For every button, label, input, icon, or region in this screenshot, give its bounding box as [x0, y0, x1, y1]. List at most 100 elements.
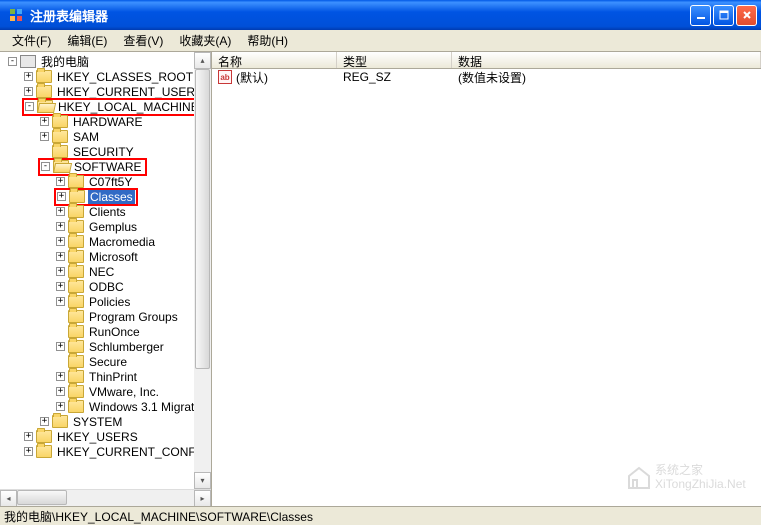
expand-icon[interactable]: +	[56, 387, 65, 396]
column-name[interactable]: 名称	[212, 52, 337, 68]
folder-icon	[52, 145, 68, 158]
tree-node-hku[interactable]: +HKEY_USERS	[0, 429, 211, 444]
vertical-scrollbar[interactable]: ▴ ▾	[194, 52, 211, 489]
menu-help[interactable]: 帮助(H)	[239, 30, 296, 51]
maximize-button[interactable]	[713, 5, 734, 26]
value-name: (默认)	[236, 69, 268, 86]
folder-icon	[68, 235, 84, 248]
folder-icon	[68, 265, 84, 278]
tree-node-nec[interactable]: +NEC	[0, 264, 211, 279]
folder-icon	[68, 340, 84, 353]
expand-icon[interactable]: +	[56, 237, 65, 246]
horizontal-scrollbar[interactable]: ◂ ▸	[0, 489, 211, 506]
folder-icon	[68, 220, 84, 233]
tree-node-macromedia[interactable]: +Macromedia	[0, 234, 211, 249]
scroll-left-arrow-icon[interactable]: ◂	[0, 490, 17, 506]
scroll-thumb[interactable]	[17, 490, 67, 505]
scroll-down-arrow-icon[interactable]: ▾	[194, 472, 211, 489]
tree-node-odbc[interactable]: +ODBC	[0, 279, 211, 294]
tree-node-policies[interactable]: +Policies	[0, 294, 211, 309]
tree-panel: -我的电脑 +HKEY_CLASSES_ROOT +HKEY_CURRENT_U…	[0, 52, 212, 506]
menu-favorites[interactable]: 收藏夹(A)	[171, 30, 239, 51]
folder-icon	[69, 190, 85, 203]
folder-icon	[68, 295, 84, 308]
status-path: 我的电脑\HKEY_LOCAL_MACHINE\SOFTWARE\Classes	[4, 508, 313, 525]
folder-icon	[68, 370, 84, 383]
folder-icon	[52, 415, 68, 428]
column-type[interactable]: 类型	[337, 52, 452, 68]
tree-node-secure[interactable]: Secure	[0, 354, 211, 369]
expand-icon[interactable]: +	[56, 372, 65, 381]
app-icon	[8, 7, 24, 23]
window-title: 注册表编辑器	[28, 6, 690, 25]
expand-icon[interactable]: +	[56, 402, 65, 411]
expand-icon[interactable]: +	[56, 222, 65, 231]
tree-node-win31[interactable]: +Windows 3.1 Migrati	[0, 399, 211, 414]
tree-node-clients[interactable]: +Clients	[0, 204, 211, 219]
folder-icon	[52, 130, 68, 143]
expand-icon[interactable]: +	[56, 177, 65, 186]
tree-node-root[interactable]: -我的电脑	[0, 54, 211, 69]
tree-node-runonce[interactable]: RunOnce	[0, 324, 211, 339]
close-button[interactable]	[736, 5, 757, 26]
svg-text:XiTongZhiJia.Net: XiTongZhiJia.Net	[655, 477, 746, 491]
tree-node-microsoft[interactable]: +Microsoft	[0, 249, 211, 264]
tree-view[interactable]: -我的电脑 +HKEY_CLASSES_ROOT +HKEY_CURRENT_U…	[0, 52, 211, 489]
column-data[interactable]: 数据	[452, 52, 761, 68]
expand-icon[interactable]: +	[24, 72, 33, 81]
expand-icon[interactable]: +	[56, 252, 65, 261]
list-body[interactable]: ab(默认) REG_SZ (数值未设置)	[212, 69, 761, 506]
menu-file[interactable]: 文件(F)	[4, 30, 59, 51]
expand-icon[interactable]: +	[40, 132, 49, 141]
tree-node-classes[interactable]: +Classes	[0, 189, 211, 204]
collapse-icon[interactable]: -	[41, 162, 50, 171]
expand-icon[interactable]: +	[56, 267, 65, 276]
folder-icon	[68, 400, 84, 413]
scroll-up-arrow-icon[interactable]: ▴	[194, 52, 211, 69]
expand-icon[interactable]: +	[56, 207, 65, 216]
tree-node-vmware[interactable]: +VMware, Inc.	[0, 384, 211, 399]
scroll-right-arrow-icon[interactable]: ▸	[194, 490, 211, 506]
expand-icon[interactable]: +	[24, 87, 33, 96]
svg-text:系统之家: 系统之家	[655, 462, 703, 477]
expand-icon[interactable]: +	[56, 297, 65, 306]
folder-icon	[68, 325, 84, 338]
computer-icon	[20, 55, 36, 68]
list-header: 名称 类型 数据	[212, 52, 761, 69]
folder-icon	[68, 310, 84, 323]
folder-icon	[52, 115, 68, 128]
watermark: 系统之家XiTongZhiJia.Net	[621, 456, 751, 499]
value-type: REG_SZ	[337, 70, 452, 84]
minimize-button[interactable]	[690, 5, 711, 26]
expand-icon[interactable]: +	[40, 417, 49, 426]
tree-node-hardware[interactable]: +HARDWARE	[0, 114, 211, 129]
menu-edit[interactable]: 编辑(E)	[59, 30, 115, 51]
tree-node-gemplus[interactable]: +Gemplus	[0, 219, 211, 234]
tree-node-thinprint[interactable]: +ThinPrint	[0, 369, 211, 384]
tree-node-schlumberger[interactable]: +Schlumberger	[0, 339, 211, 354]
expand-icon[interactable]: +	[57, 192, 66, 201]
folder-open-icon	[53, 160, 69, 173]
expand-icon[interactable]: +	[56, 342, 65, 351]
expand-icon[interactable]: +	[24, 447, 33, 456]
tree-node-sam[interactable]: +SAM	[0, 129, 211, 144]
folder-icon	[68, 205, 84, 218]
tree-node-software[interactable]: -SOFTWARE	[0, 159, 211, 174]
tree-node-hkcr[interactable]: +HKEY_CLASSES_ROOT	[0, 69, 211, 84]
expand-icon[interactable]: +	[56, 282, 65, 291]
folder-icon	[36, 445, 52, 458]
expand-icon[interactable]: +	[24, 432, 33, 441]
collapse-icon[interactable]: -	[8, 57, 17, 66]
tree-node-programgroups[interactable]: Program Groups	[0, 309, 211, 324]
expand-icon[interactable]: +	[40, 117, 49, 126]
tree-node-hkcc[interactable]: +HKEY_CURRENT_CONFIG	[0, 444, 211, 459]
tree-node-system[interactable]: +SYSTEM	[0, 414, 211, 429]
collapse-icon[interactable]: -	[25, 102, 34, 111]
scroll-thumb[interactable]	[195, 69, 210, 369]
menu-view[interactable]: 查看(V)	[115, 30, 171, 51]
folder-open-icon	[37, 100, 53, 113]
tree-node-hklm[interactable]: -HKEY_LOCAL_MACHINE	[0, 99, 211, 114]
highlight-classes: +Classes	[54, 188, 138, 206]
highlight-software: -SOFTWARE	[38, 158, 147, 176]
list-row[interactable]: ab(默认) REG_SZ (数值未设置)	[212, 69, 761, 85]
